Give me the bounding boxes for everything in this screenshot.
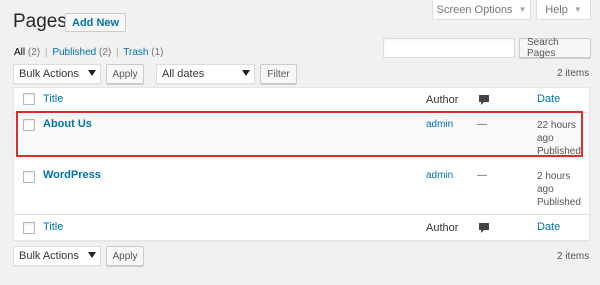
page-title-link[interactable]: WordPress: [43, 169, 101, 181]
filter-separator: |: [116, 47, 119, 58]
date-line: ago: [537, 133, 554, 144]
add-new-button[interactable]: Add New: [65, 13, 127, 32]
filter-trash-link[interactable]: Trash: [123, 47, 148, 58]
date-filter-select[interactable]: All dates: [156, 64, 255, 84]
row-checkbox[interactable]: [23, 119, 35, 131]
date-filter-value: All dates: [162, 68, 205, 80]
author-link[interactable]: admin: [426, 170, 453, 181]
filter-published-link[interactable]: Published: [52, 47, 96, 58]
column-author-header: Author: [426, 94, 459, 106]
date-cell: 2 hours ago Published: [537, 170, 587, 209]
bulk-actions-select-bottom[interactable]: Bulk Actions: [13, 246, 101, 266]
select-all-checkbox-footer[interactable]: [23, 222, 35, 234]
select-all-checkbox[interactable]: [23, 93, 35, 105]
column-date-header[interactable]: Date: [537, 93, 560, 105]
author-link[interactable]: admin: [426, 119, 453, 130]
date-line: ago: [537, 184, 554, 195]
date-line: 2 hours: [537, 171, 571, 182]
date-cell: 22 hours ago Published: [537, 119, 587, 158]
page-title: Pages: [13, 11, 67, 32]
screen-options-button[interactable]: Screen Options ▼: [432, 0, 531, 20]
filter-button[interactable]: Filter: [260, 64, 297, 84]
filter-published-count: (2): [99, 47, 112, 58]
page-title-link[interactable]: About Us: [43, 118, 92, 130]
items-count-bottom: 2 items: [557, 251, 590, 262]
comment-count: —: [477, 170, 487, 181]
bulk-actions-value: Bulk Actions: [19, 68, 79, 80]
apply-button-top[interactable]: Apply: [106, 64, 144, 84]
filter-all-link[interactable]: All: [14, 47, 25, 58]
help-button[interactable]: Help ▼: [536, 0, 591, 20]
caret-down-icon: ▼: [518, 5, 527, 14]
status-text: Published: [537, 146, 581, 157]
dropdown-arrow-icon: [88, 252, 96, 258]
table-row: [14, 113, 589, 160]
column-title-footer[interactable]: Title: [43, 221, 63, 233]
help-label: Help: [545, 3, 568, 16]
apply-button-bottom[interactable]: Apply: [106, 246, 144, 266]
column-author-footer: Author: [426, 222, 459, 234]
pages-table: Title Author Date About Us admin — 22 ho…: [13, 87, 590, 241]
screen-options-label: Screen Options: [436, 3, 513, 16]
search-pages-button[interactable]: Search Pages: [519, 37, 591, 59]
items-count-top: 2 items: [557, 68, 590, 79]
comment-bubble-icon: [479, 223, 489, 233]
status-text: Published: [537, 197, 581, 208]
bulk-actions-select-top[interactable]: Bulk Actions: [13, 64, 101, 84]
filter-separator: |: [44, 47, 48, 58]
dropdown-arrow-icon: [88, 70, 96, 76]
search-input[interactable]: [383, 38, 515, 58]
comment-bubble-icon: [479, 95, 489, 105]
column-title-header[interactable]: Title: [43, 93, 63, 105]
comment-count: —: [477, 119, 487, 130]
caret-down-icon: ▼: [573, 5, 582, 14]
date-line: 22 hours: [537, 120, 576, 131]
filter-trash-count: (1): [151, 47, 164, 58]
row-checkbox[interactable]: [23, 171, 35, 183]
dropdown-arrow-icon: [242, 70, 250, 76]
status-filter-links: All (2) | Published (2) | Trash (1): [14, 47, 163, 58]
column-date-footer[interactable]: Date: [537, 221, 560, 233]
filter-all-count: (2): [27, 47, 41, 58]
bulk-actions-value: Bulk Actions: [19, 250, 79, 262]
